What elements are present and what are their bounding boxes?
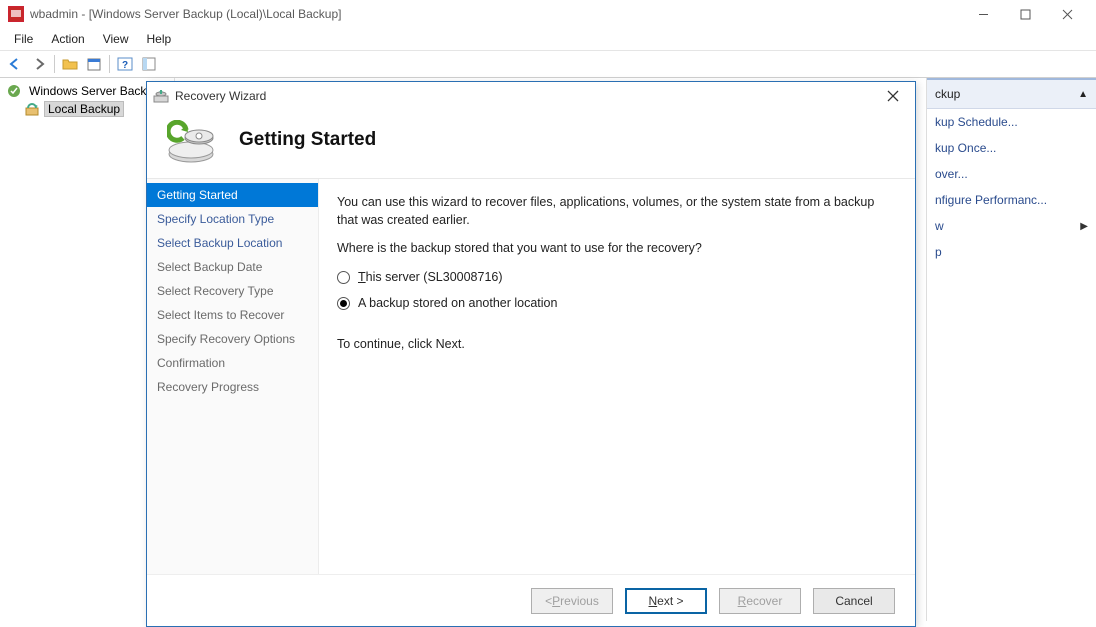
folder-button[interactable] bbox=[59, 53, 81, 75]
menu-help[interactable]: Help bbox=[139, 30, 180, 48]
next-button[interactable]: Next > bbox=[625, 588, 707, 614]
chevron-right-icon: ▶ bbox=[1080, 221, 1088, 232]
step-select-backup-location[interactable]: Select Backup Location bbox=[147, 231, 318, 255]
collapse-icon: ▲ bbox=[1078, 89, 1088, 100]
toolbar-separator bbox=[109, 55, 110, 73]
close-button[interactable] bbox=[1046, 0, 1088, 28]
menu-action[interactable]: Action bbox=[43, 30, 92, 48]
actions-header-label: ckup bbox=[935, 87, 960, 101]
tree-root-label: Windows Server Backu bbox=[26, 84, 156, 98]
menu-file[interactable]: File bbox=[6, 30, 41, 48]
wizard-header: Getting Started bbox=[147, 110, 915, 178]
actions-pane: ckup ▲ kup Schedule... kup Once... over.… bbox=[926, 78, 1096, 621]
toolbar-separator bbox=[54, 55, 55, 73]
actions-pane-header[interactable]: ckup ▲ bbox=[927, 78, 1096, 109]
step-specify-location-type[interactable]: Specify Location Type bbox=[147, 207, 318, 231]
wizard-close-button[interactable] bbox=[877, 84, 909, 108]
menu-view[interactable]: View bbox=[95, 30, 137, 48]
action-view-label: w bbox=[935, 219, 944, 233]
action-help[interactable]: p bbox=[927, 239, 1096, 265]
action-backup-once[interactable]: kup Once... bbox=[927, 135, 1096, 161]
radio-other-label: A backup stored on another location bbox=[358, 296, 557, 310]
titlebar: wbadmin - [Windows Server Backup (Local)… bbox=[0, 0, 1096, 28]
step-recovery-progress: Recovery Progress bbox=[147, 375, 318, 399]
cancel-button[interactable]: Cancel bbox=[813, 588, 895, 614]
radio-other-location[interactable]: A backup stored on another location bbox=[337, 293, 897, 313]
radio-icon bbox=[337, 271, 350, 284]
step-select-items: Select Items to Recover bbox=[147, 303, 318, 327]
recovery-wizard-dialog: Recovery Wizard Getting Started bbox=[146, 81, 916, 627]
radio-icon-checked bbox=[337, 297, 350, 310]
wizard-heading: Getting Started bbox=[239, 129, 376, 151]
wizard-icon bbox=[153, 88, 169, 104]
intro-text: You can use this wizard to recover files… bbox=[337, 193, 897, 229]
step-specify-recovery-options: Specify Recovery Options bbox=[147, 327, 318, 351]
step-confirmation: Confirmation bbox=[147, 351, 318, 375]
wizard-body: Getting Started Specify Location Type Se… bbox=[147, 178, 915, 574]
tree-local-backup-label: Local Backup bbox=[44, 101, 124, 117]
action-view[interactable]: w ▶ bbox=[927, 213, 1096, 239]
action-recover[interactable]: over... bbox=[927, 161, 1096, 187]
step-select-backup-date: Select Backup Date bbox=[147, 255, 318, 279]
recovery-big-icon bbox=[167, 120, 225, 160]
help-button[interactable]: ? bbox=[114, 53, 136, 75]
toolbar: ? bbox=[0, 50, 1096, 78]
wizard-title-text: Recovery Wizard bbox=[175, 89, 266, 103]
back-button[interactable] bbox=[4, 53, 26, 75]
app-icon bbox=[8, 6, 24, 22]
wizard-content: You can use this wizard to recover files… bbox=[319, 179, 915, 574]
panel-button[interactable] bbox=[138, 53, 160, 75]
previous-button: < Previous bbox=[531, 588, 613, 614]
server-backup-icon bbox=[6, 83, 22, 99]
action-backup-schedule[interactable]: kup Schedule... bbox=[927, 109, 1096, 135]
menubar: File Action View Help bbox=[0, 28, 1096, 50]
maximize-button[interactable] bbox=[1004, 0, 1046, 28]
forward-button[interactable] bbox=[28, 53, 50, 75]
continue-text: To continue, click Next. bbox=[337, 335, 897, 353]
wizard-steps: Getting Started Specify Location Type Se… bbox=[147, 179, 319, 574]
step-getting-started[interactable]: Getting Started bbox=[147, 183, 318, 207]
recover-button: Recover bbox=[719, 588, 801, 614]
local-backup-icon bbox=[24, 101, 40, 117]
minimize-button[interactable] bbox=[962, 0, 1004, 28]
main-area: Windows Server Backu Local Backup ckup ▲… bbox=[0, 78, 1096, 621]
calendar-button[interactable] bbox=[83, 53, 105, 75]
step-select-recovery-type: Select Recovery Type bbox=[147, 279, 318, 303]
wizard-titlebar: Recovery Wizard bbox=[147, 82, 915, 110]
action-configure-performance[interactable]: nfigure Performanc... bbox=[927, 187, 1096, 213]
question-text: Where is the backup stored that you want… bbox=[337, 239, 897, 257]
radio-this-label: This server (SL30008716) bbox=[358, 270, 503, 284]
radio-this-server[interactable]: This server (SL30008716) bbox=[337, 267, 897, 287]
svg-text:?: ? bbox=[122, 60, 128, 71]
wizard-footer: < Previous Next > Recover Cancel bbox=[147, 574, 915, 626]
window-title: wbadmin - [Windows Server Backup (Local)… bbox=[30, 7, 341, 21]
